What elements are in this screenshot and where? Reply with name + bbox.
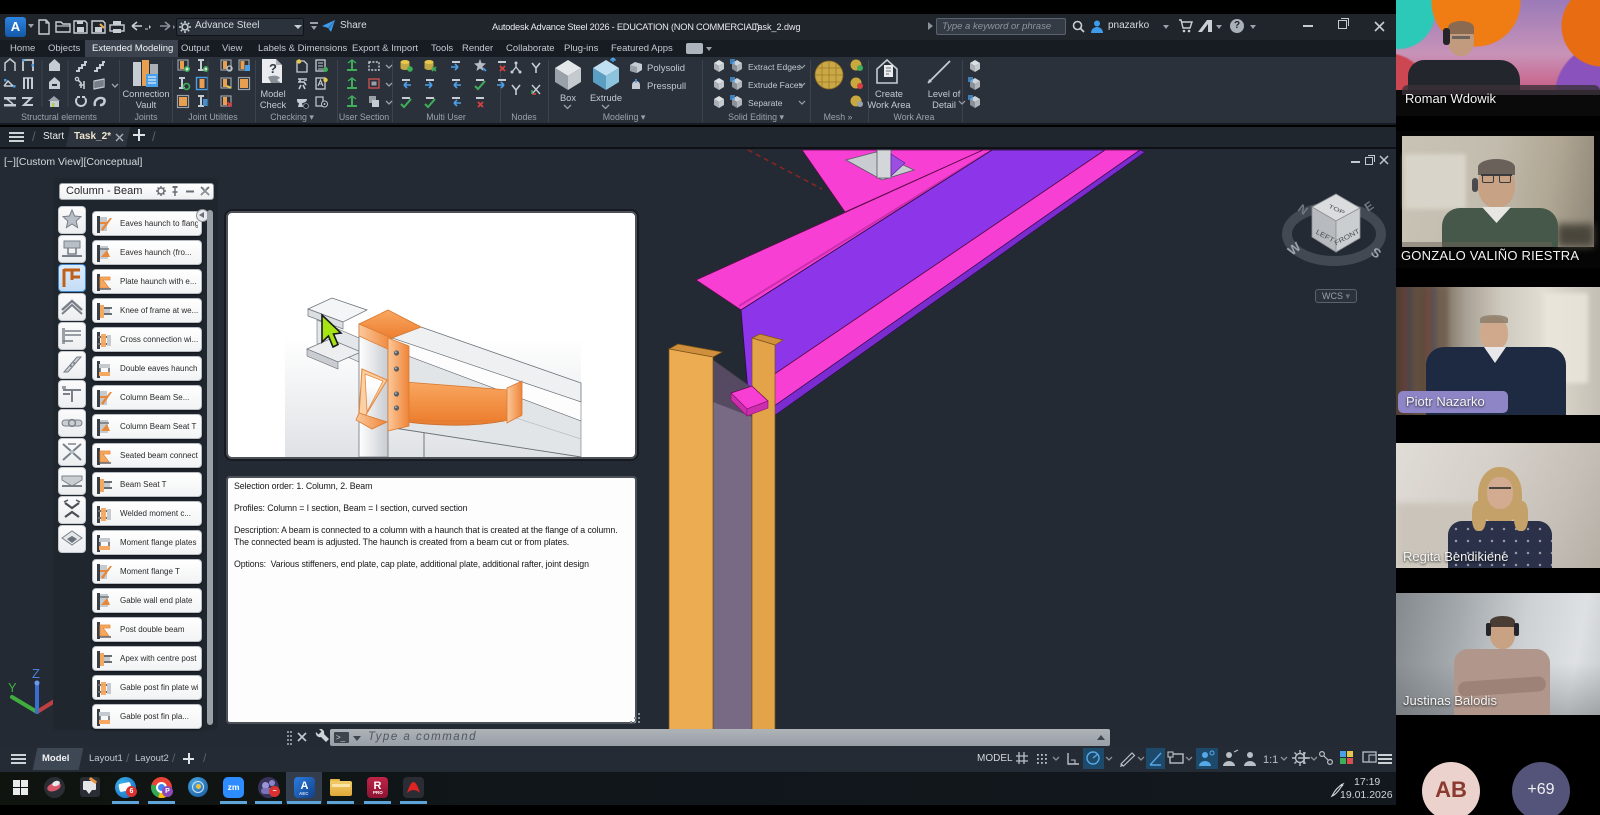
- svg-text:Model: Model: [260, 89, 285, 99]
- svg-text:Extrude Faces: Extrude Faces: [748, 80, 803, 90]
- svg-text:Box: Box: [560, 93, 576, 103]
- svg-text:Z: Z: [32, 666, 40, 681]
- svg-text:Presspull: Presspull: [647, 81, 686, 92]
- svg-text:Check: Check: [260, 100, 287, 110]
- svg-text:Extrude: Extrude: [590, 93, 622, 103]
- svg-text:1:1: 1:1: [1263, 754, 1278, 766]
- svg-text:Connection: Connection: [122, 89, 169, 99]
- svg-text:Extract Edges: Extract Edges: [748, 62, 801, 72]
- svg-text:Create: Create: [875, 89, 903, 99]
- svg-text:Work Area: Work Area: [867, 100, 911, 110]
- svg-text:Vault: Vault: [136, 100, 157, 110]
- svg-text:Y: Y: [8, 680, 17, 695]
- svg-text:Detail: Detail: [932, 100, 956, 110]
- svg-text:Level of: Level of: [928, 89, 961, 99]
- svg-text:Polysolid: Polysolid: [647, 63, 685, 74]
- svg-text:Separate: Separate: [748, 98, 783, 108]
- svg-text:?: ?: [269, 61, 277, 76]
